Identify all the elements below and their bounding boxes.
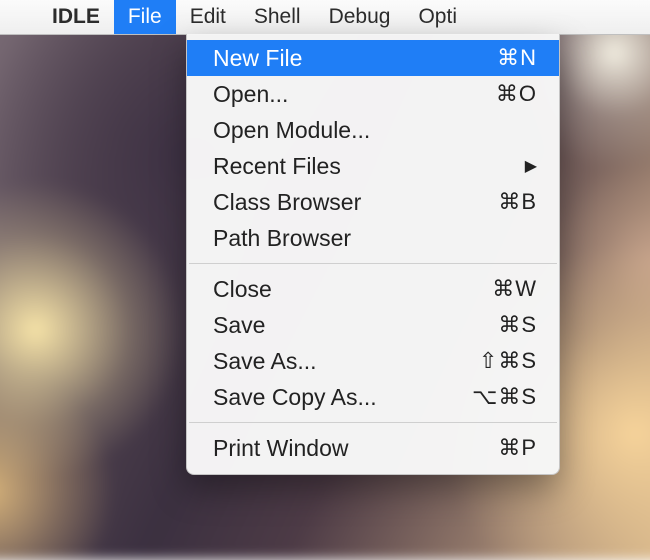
menu-item-close[interactable]: Close⌘W: [187, 271, 559, 307]
menu-item-save-as[interactable]: Save As...⇧⌘S: [187, 343, 559, 379]
menu-item-label: Open Module...: [213, 117, 457, 144]
menu-item-label: Save Copy As...: [213, 384, 457, 411]
menubar-item-opti[interactable]: Opti: [404, 0, 471, 34]
menu-item-label: Open...: [213, 81, 457, 108]
menu-item-shortcut: ⌥⌘S: [457, 384, 537, 410]
file-menu-dropdown: New File⌘NOpen...⌘OOpen Module...Recent …: [186, 34, 560, 475]
menu-item-open[interactable]: Open...⌘O: [187, 76, 559, 112]
menu-item-shortcut: ⌘B: [457, 189, 537, 215]
menu-item-label: Print Window: [213, 435, 457, 462]
menubar-item-label: File: [128, 5, 162, 29]
menu-item-save[interactable]: Save⌘S: [187, 307, 559, 343]
menu-item-label: Class Browser: [213, 189, 457, 216]
menubar-item-label: Edit: [190, 5, 226, 29]
menubar-item-shell[interactable]: Shell: [240, 0, 315, 34]
menubar-item-label: Opti: [418, 5, 457, 29]
menubar-item-edit[interactable]: Edit: [176, 0, 240, 34]
menu-item-label: Recent Files: [213, 153, 517, 180]
menu-item-shortcut: ⇧⌘S: [457, 348, 537, 374]
menu-separator: [189, 422, 557, 423]
menubar: IDLE File Edit Shell Debug Opti: [0, 0, 650, 35]
apple-menu[interactable]: [0, 0, 38, 34]
menu-item-print-window[interactable]: Print Window⌘P: [187, 430, 559, 466]
menu-item-label: Save: [213, 312, 457, 339]
menu-item-label: Save As...: [213, 348, 457, 375]
menu-item-recent-files[interactable]: Recent Files ▶: [187, 148, 559, 184]
menu-item-shortcut: ⌘N: [457, 45, 537, 71]
menu-item-path-browser[interactable]: Path Browser: [187, 220, 559, 256]
menu-item-open-module[interactable]: Open Module...: [187, 112, 559, 148]
menu-item-label: Path Browser: [213, 225, 457, 252]
menu-item-shortcut: ⌘S: [457, 312, 537, 338]
app-menu[interactable]: IDLE: [38, 0, 114, 34]
menu-item-shortcut: ⌘P: [457, 435, 537, 461]
menu-item-label: Close: [213, 276, 457, 303]
submenu-arrow-icon: ▶: [525, 156, 537, 176]
menubar-item-debug[interactable]: Debug: [315, 0, 405, 34]
app-name-label: IDLE: [52, 5, 100, 29]
menubar-item-label: Debug: [329, 5, 391, 29]
menu-item-save-copy-as[interactable]: Save Copy As...⌥⌘S: [187, 379, 559, 415]
menu-item-new-file[interactable]: New File⌘N: [187, 40, 559, 76]
menu-item-label: New File: [213, 45, 457, 72]
menu-item-shortcut: ⌘O: [457, 81, 537, 107]
menubar-item-label: Shell: [254, 5, 301, 29]
menubar-item-file[interactable]: File: [114, 0, 176, 34]
menu-item-class-browser[interactable]: Class Browser⌘B: [187, 184, 559, 220]
menu-separator: [189, 263, 557, 264]
menu-item-shortcut: ⌘W: [457, 276, 537, 302]
